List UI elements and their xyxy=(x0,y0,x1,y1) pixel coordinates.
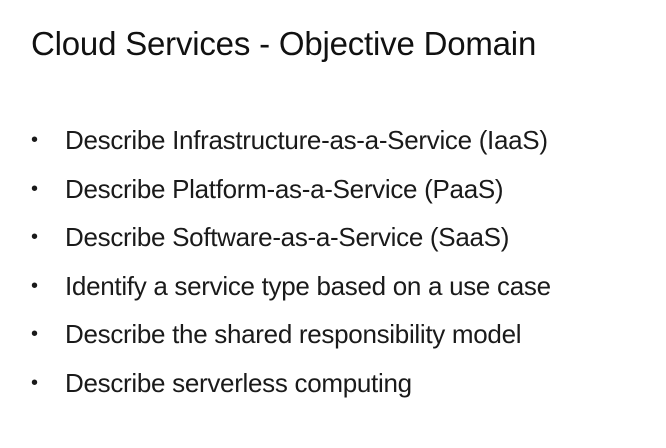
bullet-marker: • xyxy=(31,177,39,200)
bullet-text: Describe Infrastructure-as-a-Service (Ia… xyxy=(65,125,548,156)
bullet-marker: • xyxy=(31,226,39,249)
bullet-marker: • xyxy=(31,129,39,152)
bullet-marker: • xyxy=(31,323,39,346)
list-item: • Describe Software-as-a-Service (SaaS) xyxy=(31,213,551,262)
bullet-text: Describe serverless computing xyxy=(65,367,412,398)
list-item: • Describe serverless computing xyxy=(31,359,551,408)
bullet-text: Describe Platform-as-a-Service (PaaS) xyxy=(65,173,504,204)
list-item: • Describe Platform-as-a-Service (PaaS) xyxy=(31,165,551,214)
bullet-marker: • xyxy=(31,371,39,394)
list-item: • Describe the shared responsibility mod… xyxy=(31,310,551,359)
slide: Cloud Services - Objective Domain • Desc… xyxy=(0,0,666,448)
bullet-list: • Describe Infrastructure-as-a-Service (… xyxy=(31,116,551,407)
list-item: • Describe Infrastructure-as-a-Service (… xyxy=(31,116,551,165)
bullet-marker: • xyxy=(31,274,39,297)
bullet-text: Describe Software-as-a-Service (SaaS) xyxy=(65,222,510,253)
list-item: • Identify a service type based on a use… xyxy=(31,262,551,311)
bullet-text: Describe the shared responsibility model xyxy=(65,319,522,350)
slide-title: Cloud Services - Objective Domain xyxy=(31,25,537,62)
bullet-text: Identify a service type based on a use c… xyxy=(65,270,551,301)
